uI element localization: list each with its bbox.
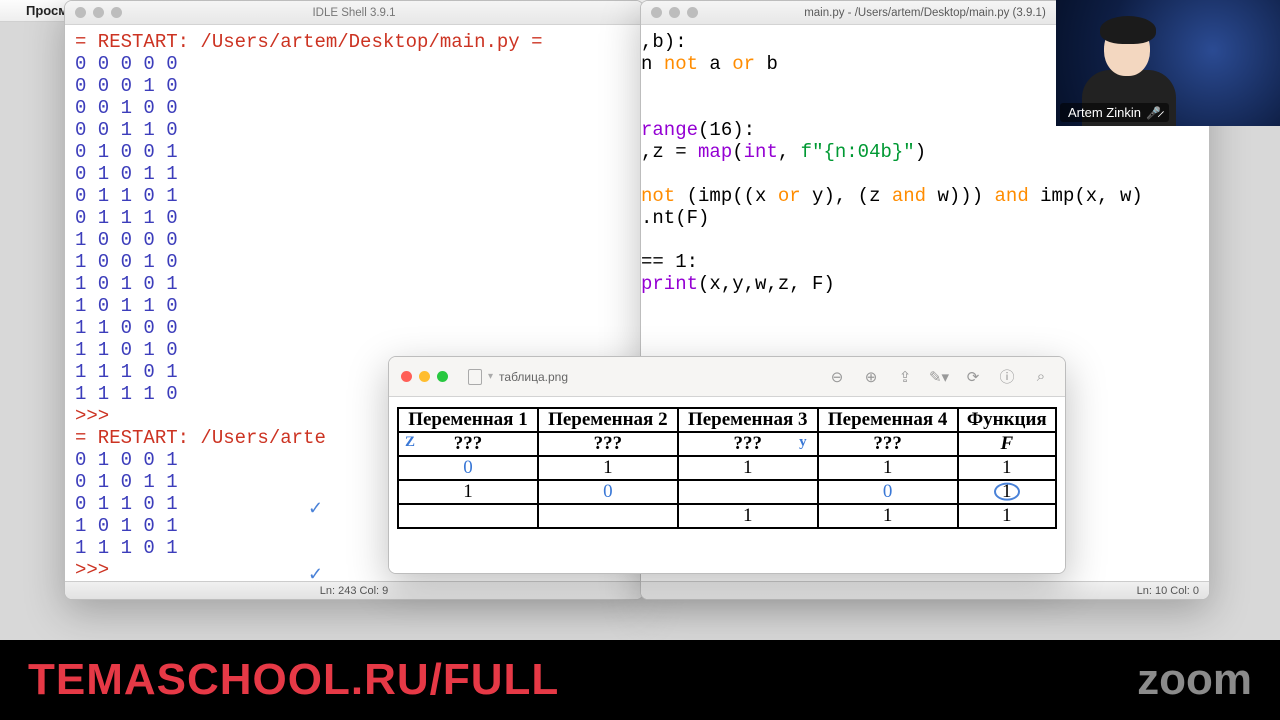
- table-cell: 1: [538, 456, 678, 480]
- table-row: 1 1 1: [398, 504, 1056, 528]
- table-cell: [678, 480, 818, 504]
- preview-filename: таблица.png: [499, 370, 568, 384]
- table-row: 1 0 0 1: [398, 480, 1056, 504]
- close-icon[interactable]: [651, 7, 662, 18]
- preview-filename-area[interactable]: ▾ таблица.png: [468, 369, 568, 385]
- table-header: Переменная 4: [818, 408, 958, 432]
- zoom-icon[interactable]: [687, 7, 698, 18]
- table-header: Переменная 2: [538, 408, 678, 432]
- table-subheader-row: Z ??? ??? ??? y ??? F: [398, 432, 1056, 456]
- table-cell: 1: [958, 456, 1056, 480]
- annotation-check-icon: ✓: [308, 564, 323, 585]
- info-icon[interactable]: ⓘ: [995, 365, 1019, 389]
- table-cell: [538, 504, 678, 528]
- table-cell: 0: [538, 480, 678, 504]
- zoom-brand: zoom: [1137, 655, 1252, 705]
- table-subheader: Z ???: [398, 432, 538, 456]
- table-header: Функция: [958, 408, 1056, 432]
- participant-name: Artem Zinkin: [1068, 105, 1141, 120]
- table-cell: 1: [958, 480, 1056, 504]
- bottom-banner: TEMASCHOOL.RU/FULL zoom: [0, 640, 1280, 720]
- table-cell: 1: [818, 504, 958, 528]
- zoom-in-icon[interactable]: ⊕: [859, 365, 883, 389]
- table-cell: 0: [818, 480, 958, 504]
- table-cell: 1: [678, 504, 818, 528]
- table-cell: [398, 504, 538, 528]
- zoom-icon[interactable]: [111, 7, 122, 18]
- table-cell: 1: [678, 456, 818, 480]
- idle-titlebar[interactable]: IDLE Shell 3.9.1: [65, 1, 643, 25]
- chevron-down-icon[interactable]: ▾: [488, 371, 493, 382]
- markup-icon[interactable]: ✎▾: [927, 365, 951, 389]
- table-row: 0 1 1 1 1: [398, 456, 1056, 480]
- close-icon[interactable]: [401, 371, 412, 382]
- table-cell: 1: [958, 504, 1056, 528]
- webcam-tile[interactable]: Artem Zinkin 🎤̷: [1056, 0, 1280, 126]
- zoom-out-icon[interactable]: ⊖: [825, 365, 849, 389]
- webcam-name-tag: Artem Zinkin 🎤̷: [1060, 103, 1169, 122]
- annotation-check-icon: ✓: [308, 498, 323, 519]
- table-cell: 1: [398, 480, 538, 504]
- table-cell: 1: [818, 456, 958, 480]
- idle-statusbar: Ln: 243 Col: 9: [65, 581, 643, 599]
- banner-url: TEMASCHOOL.RU/FULL: [28, 655, 559, 705]
- document-icon: [468, 369, 482, 385]
- table-subheader: ???: [538, 432, 678, 456]
- table-subheader: ???: [818, 432, 958, 456]
- minimize-icon[interactable]: [419, 371, 430, 382]
- table-header: Переменная 3: [678, 408, 818, 432]
- mic-muted-icon: 🎤̷: [1146, 106, 1161, 120]
- zoom-icon[interactable]: [437, 371, 448, 382]
- minimize-icon[interactable]: [669, 7, 680, 18]
- share-icon[interactable]: ⇪: [893, 365, 917, 389]
- table-subheader: F: [958, 432, 1056, 456]
- minimize-icon[interactable]: [93, 7, 104, 18]
- close-icon[interactable]: [75, 7, 86, 18]
- preview-window[interactable]: ▾ таблица.png ⊖ ⊕ ⇪ ✎▾ ⟳ ⓘ ⌕ Переменная …: [388, 356, 1066, 574]
- rotate-icon[interactable]: ⟳: [961, 365, 985, 389]
- preview-content: Переменная 1 Переменная 2 Переменная 3 П…: [389, 397, 1065, 573]
- preview-titlebar[interactable]: ▾ таблица.png ⊖ ⊕ ⇪ ✎▾ ⟳ ⓘ ⌕: [389, 357, 1065, 397]
- search-icon[interactable]: ⌕: [1029, 365, 1053, 389]
- table-header: Переменная 1: [398, 408, 538, 432]
- table-subheader: ??? y: [678, 432, 818, 456]
- truth-table: Переменная 1 Переменная 2 Переменная 3 П…: [397, 407, 1057, 529]
- table-cell: 0: [398, 456, 538, 480]
- idle-title: IDLE Shell 3.9.1: [65, 7, 643, 19]
- editor-statusbar: Ln: 10 Col: 0: [641, 581, 1209, 599]
- table-header-row: Переменная 1 Переменная 2 Переменная 3 П…: [398, 408, 1056, 432]
